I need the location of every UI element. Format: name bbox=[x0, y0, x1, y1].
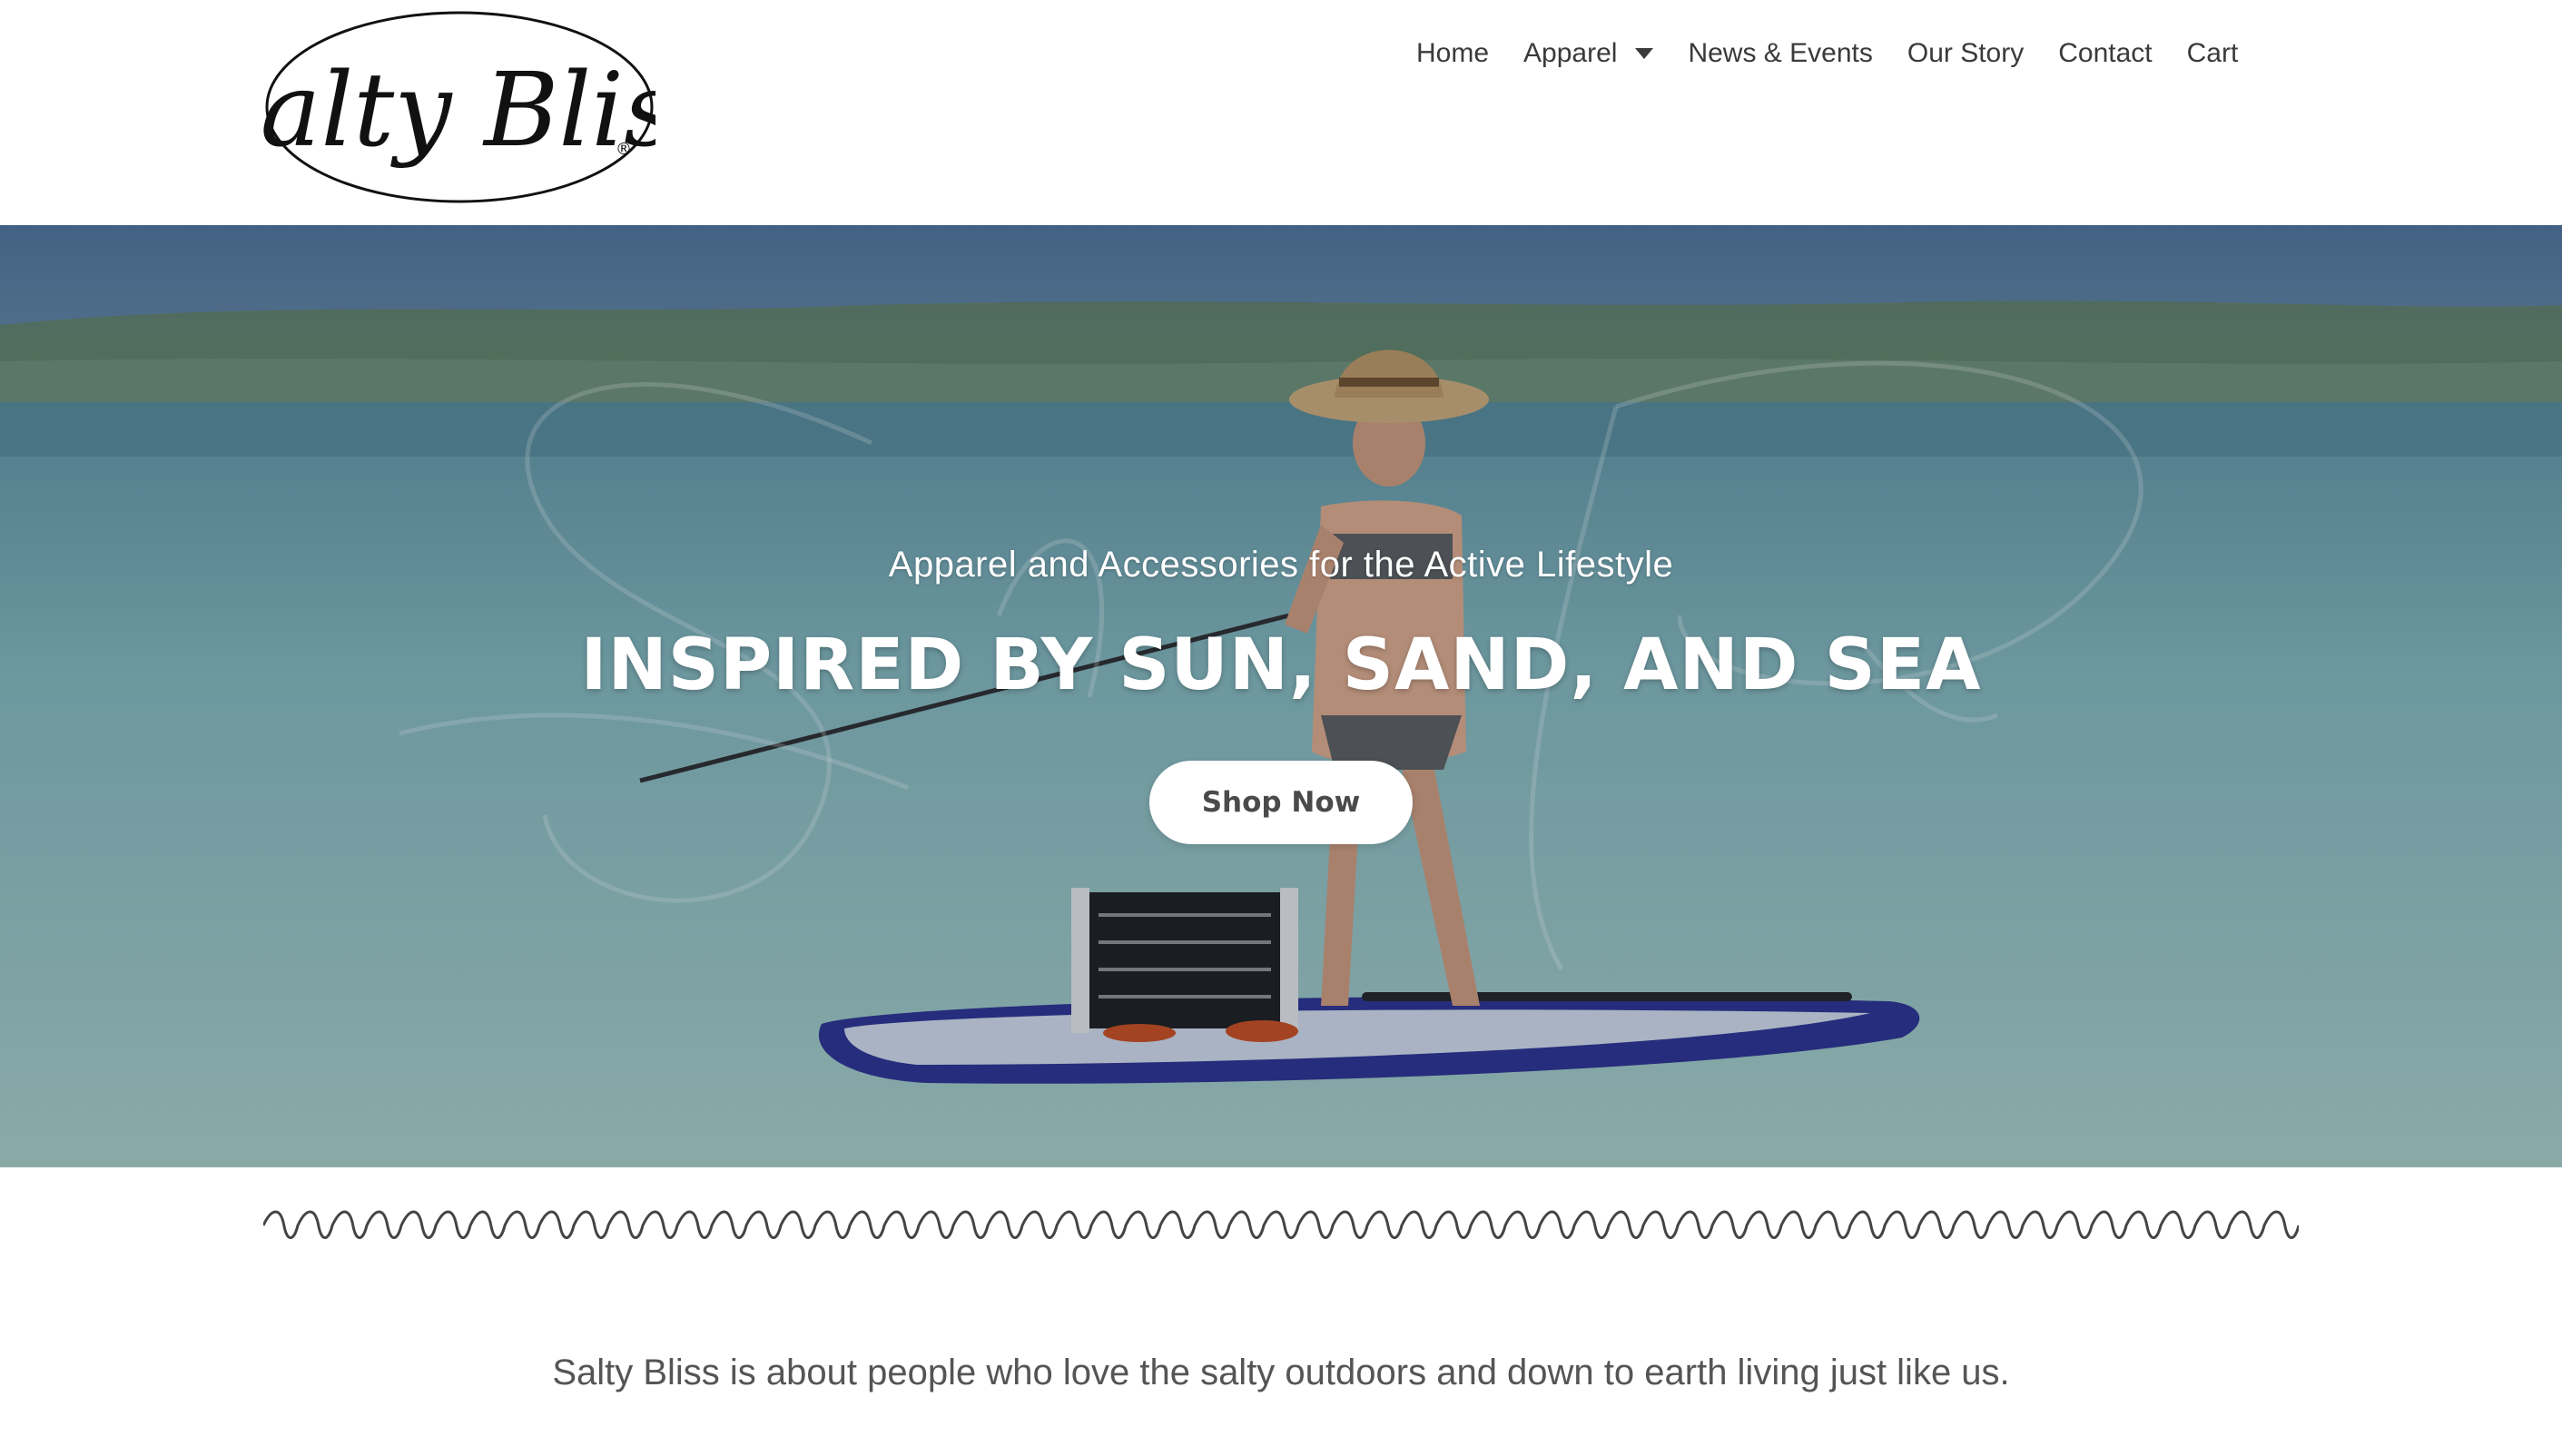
hero-subtitle: Apparel and Accessories for the Active L… bbox=[888, 545, 1674, 585]
site-header: Salty Bliss ® Home Apparel News & Events… bbox=[0, 0, 2562, 225]
nav-our-story[interactable]: Our Story bbox=[1907, 38, 2024, 69]
hero-title: INSPIRED BY SUN, SAND, AND SEA bbox=[580, 625, 1982, 706]
nav-home[interactable]: Home bbox=[1416, 38, 1489, 69]
logo-wordmark: Salty Bliss bbox=[263, 52, 655, 170]
registered-mark: ® bbox=[616, 140, 632, 159]
nav-apparel-label: Apparel bbox=[1523, 38, 1618, 68]
intro-text: Salty Bliss is about people who love the… bbox=[552, 1353, 2010, 1392]
nav-news-events[interactable]: News & Events bbox=[1688, 38, 1872, 69]
shop-now-button[interactable]: Shop Now bbox=[1149, 761, 1413, 844]
logo-icon: Salty Bliss ® bbox=[263, 11, 655, 203]
nav-apparel[interactable]: Apparel bbox=[1523, 38, 1654, 69]
nav-contact[interactable]: Contact bbox=[2058, 38, 2152, 69]
caret-down-icon[interactable] bbox=[1635, 48, 1654, 59]
wave-divider-icon bbox=[263, 1210, 2299, 1239]
main-nav: Home Apparel News & Events Our Story Con… bbox=[1416, 29, 2238, 78]
nav-cart[interactable]: Cart bbox=[2187, 38, 2239, 69]
wave-divider bbox=[263, 1205, 2299, 1242]
hero-section: Apparel and Accessories for the Active L… bbox=[0, 225, 2562, 1167]
site-logo[interactable]: Salty Bliss ® bbox=[263, 9, 655, 211]
